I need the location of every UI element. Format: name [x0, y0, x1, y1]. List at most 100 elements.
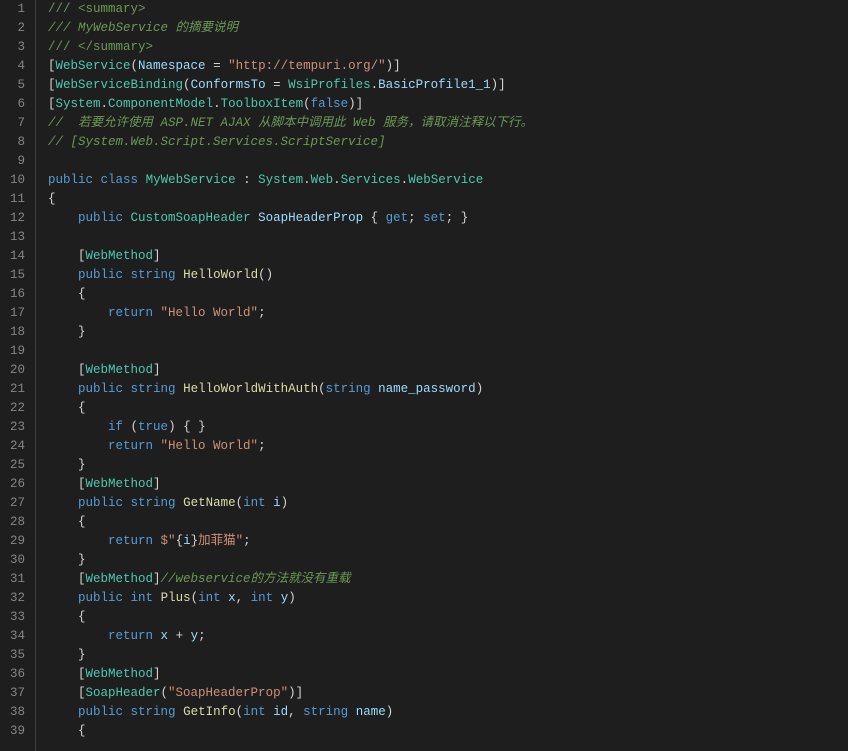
code-line[interactable]: [WebMethod]: [48, 247, 848, 266]
token: [: [48, 78, 56, 92]
line-number: 8: [6, 133, 25, 152]
code-line[interactable]: [48, 152, 848, 171]
code-area[interactable]: /// <summary> /// MyWebService 的摘要说明 /// <…: [36, 0, 848, 751]
token: ): [476, 382, 484, 396]
token: {: [363, 211, 386, 225]
code-line[interactable]: /// <summary>: [48, 0, 848, 19]
token: ): [281, 496, 289, 510]
code-line[interactable]: // 若要允许使用 ASP.NET AJAX 从脚本中调用此 Web 服务，请取…: [48, 114, 848, 133]
token: return: [108, 306, 153, 320]
line-number: 6: [6, 95, 25, 114]
line-number: 7: [6, 114, 25, 133]
token: //webservice的方法就没有重载: [161, 572, 351, 586]
line-number: 19: [6, 342, 25, 361]
code-line[interactable]: public class MyWebService : System.Web.S…: [48, 171, 848, 190]
code-line[interactable]: [WebMethod]: [48, 665, 848, 684]
token: }: [48, 553, 86, 567]
token: ]: [153, 363, 161, 377]
token: ): [288, 591, 296, 605]
line-number: 4: [6, 57, 25, 76]
token: [: [48, 572, 86, 586]
token: [48, 591, 78, 605]
token: [48, 268, 78, 282]
code-line[interactable]: {: [48, 722, 848, 741]
line-number: 31: [6, 570, 25, 589]
code-line[interactable]: return "Hello World";: [48, 437, 848, 456]
token: WebService: [408, 173, 483, 187]
token: [266, 705, 274, 719]
code-line[interactable]: [48, 342, 848, 361]
code-line[interactable]: {: [48, 399, 848, 418]
token: (): [258, 268, 273, 282]
code-line[interactable]: }: [48, 456, 848, 475]
code-line[interactable]: {: [48, 285, 848, 304]
token: (: [236, 705, 244, 719]
code-line[interactable]: /// </summary>: [48, 38, 848, 57]
code-line[interactable]: }: [48, 646, 848, 665]
code-line[interactable]: [System.ComponentModel.ToolboxItem(false…: [48, 95, 848, 114]
code-line[interactable]: public string HelloWorld(): [48, 266, 848, 285]
token: return: [108, 534, 153, 548]
token: }: [48, 648, 86, 662]
token: [123, 496, 131, 510]
code-line[interactable]: return x + y;: [48, 627, 848, 646]
token: /// <summary>: [48, 2, 146, 16]
token: string: [303, 705, 348, 719]
code-line[interactable]: {: [48, 608, 848, 627]
token: WebMethod: [86, 667, 154, 681]
code-line[interactable]: public CustomSoapHeader SoapHeaderProp {…: [48, 209, 848, 228]
line-number: 12: [6, 209, 25, 228]
line-number: 35: [6, 646, 25, 665]
code-line[interactable]: public string HelloWorldWithAuth(string …: [48, 380, 848, 399]
token: [93, 173, 101, 187]
code-line[interactable]: [WebMethod]//webservice的方法就没有重载: [48, 570, 848, 589]
token: Services: [341, 173, 401, 187]
token: GetInfo: [183, 705, 236, 719]
token: System: [56, 97, 101, 111]
code-line[interactable]: return "Hello World";: [48, 304, 848, 323]
code-line[interactable]: public string GetInfo(int id, string nam…: [48, 703, 848, 722]
code-line[interactable]: /// MyWebService 的摘要说明: [48, 19, 848, 38]
code-line[interactable]: }: [48, 551, 848, 570]
code-editor[interactable]: 1234567891011121314151617181920212223242…: [0, 0, 848, 751]
token: false: [311, 97, 349, 111]
token: {: [48, 515, 86, 529]
code-line[interactable]: [SoapHeader("SoapHeaderProp")]: [48, 684, 848, 703]
line-number: 30: [6, 551, 25, 570]
line-number: 36: [6, 665, 25, 684]
code-line[interactable]: [WebMethod]: [48, 361, 848, 380]
token: (: [236, 496, 244, 510]
token: [48, 705, 78, 719]
token: [176, 268, 184, 282]
line-number: 11: [6, 190, 25, 209]
token: ) { }: [168, 420, 206, 434]
line-number: 25: [6, 456, 25, 475]
code-line[interactable]: }: [48, 323, 848, 342]
code-line[interactable]: public string GetName(int i): [48, 494, 848, 513]
line-number: 3: [6, 38, 25, 57]
code-line[interactable]: public int Plus(int x, int y): [48, 589, 848, 608]
line-number: 17: [6, 304, 25, 323]
code-line[interactable]: {: [48, 190, 848, 209]
token: class: [101, 173, 139, 187]
token: WebMethod: [86, 477, 154, 491]
code-line[interactable]: if (true) { }: [48, 418, 848, 437]
token: name: [356, 705, 386, 719]
token: [176, 382, 184, 396]
token: WsiProfiles: [288, 78, 371, 92]
code-line[interactable]: [48, 228, 848, 247]
token: string: [131, 382, 176, 396]
code-line[interactable]: [WebMethod]: [48, 475, 848, 494]
token: {: [48, 610, 86, 624]
code-line[interactable]: {: [48, 513, 848, 532]
token: [123, 382, 131, 396]
line-number: 33: [6, 608, 25, 627]
code-line[interactable]: // [System.Web.Script.Services.ScriptSer…: [48, 133, 848, 152]
code-line[interactable]: [WebServiceBinding(ConformsTo = WsiProfi…: [48, 76, 848, 95]
token: /// MyWebService 的摘要说明: [48, 21, 238, 35]
code-line[interactable]: return $"{i}加菲猫";: [48, 532, 848, 551]
token: Plus: [161, 591, 191, 605]
token: [266, 496, 274, 510]
code-line[interactable]: [WebService(Namespace = "http://tempuri.…: [48, 57, 848, 76]
line-number: 24: [6, 437, 25, 456]
